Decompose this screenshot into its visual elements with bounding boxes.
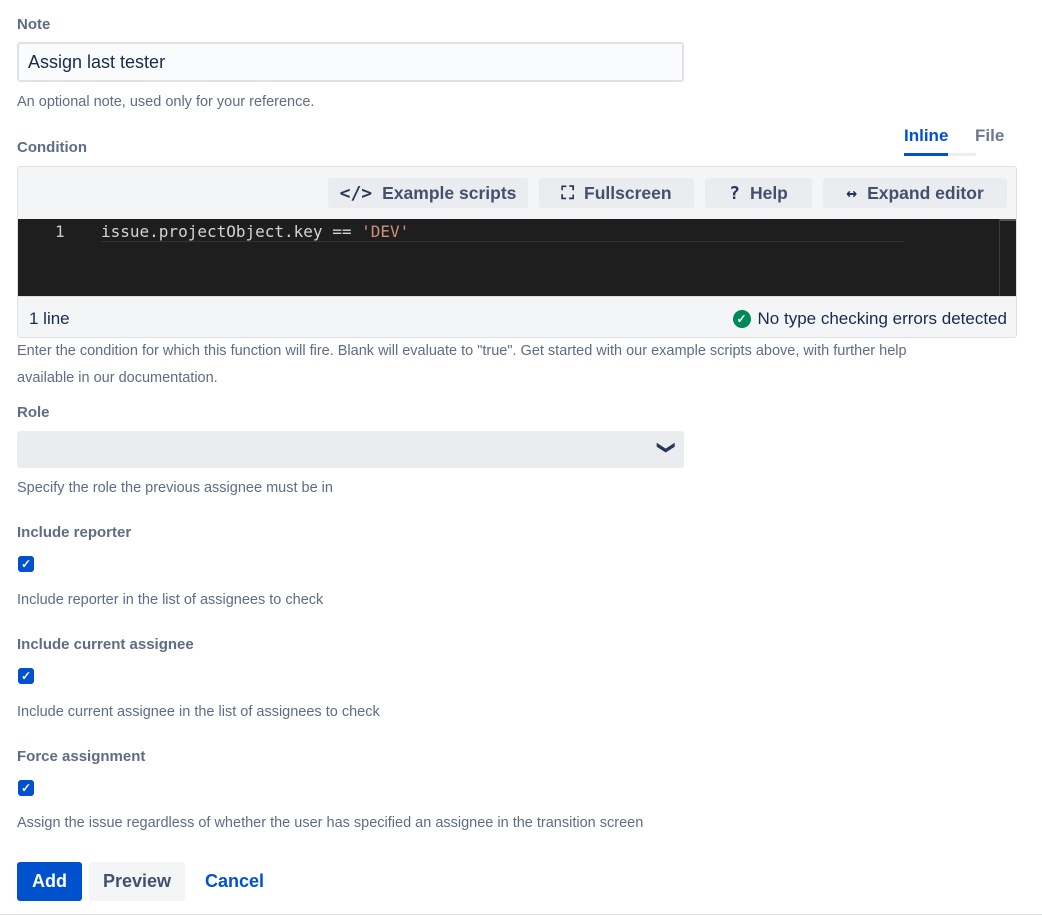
editor-status-bar: 1 line ✓ No type checking errors detecte…: [18, 296, 1016, 337]
tab-inline[interactable]: Inline: [904, 126, 948, 146]
include-reporter-help-text: Include reporter in the list of assignee…: [17, 592, 324, 608]
code-text: issue.projectObject.key ==: [101, 222, 362, 241]
tab-file[interactable]: File: [975, 126, 1004, 146]
checkmark-icon: ✓: [20, 669, 32, 683]
expand-editor-label: Expand editor: [867, 182, 984, 203]
editor-scroll-thumb[interactable]: [1000, 219, 1016, 221]
code-area[interactable]: 1 issue.projectObject.key == 'DEV': [18, 219, 1016, 296]
checkmark-icon: ✓: [20, 781, 32, 795]
note-label: Note: [17, 16, 51, 33]
bottom-divider: [0, 914, 1042, 915]
expand-editor-button[interactable]: ↔ Expand editor: [823, 178, 1007, 208]
current-line-highlight: [101, 241, 904, 242]
help-label: Help: [749, 182, 788, 203]
role-select[interactable]: ❯: [17, 431, 684, 468]
code-icon: </>: [339, 182, 373, 204]
include-reporter-label: Include reporter: [17, 524, 132, 541]
checkmark-icon: ✓: [20, 557, 32, 571]
expand-arrows-icon: ↔: [846, 182, 858, 204]
fullscreen-icon: ⛶: [561, 182, 575, 204]
type-check-text: No type checking errors detected: [757, 309, 1007, 328]
add-button[interactable]: Add: [17, 862, 82, 901]
code-line[interactable]: issue.projectObject.key == 'DEV': [101, 222, 409, 241]
include-reporter-checkbox[interactable]: ✓: [18, 556, 34, 572]
cancel-button[interactable]: Cancel: [192, 862, 277, 901]
line-number: 1: [55, 222, 65, 241]
role-help-text: Specify the role the previous assignee m…: [17, 480, 333, 496]
example-scripts-button[interactable]: </> Example scripts: [328, 178, 528, 208]
note-input[interactable]: [17, 42, 684, 82]
type-check-status: ✓ No type checking errors detected: [732, 309, 1007, 329]
question-icon: ?: [729, 182, 740, 204]
condition-help-text-line2: available in our documentation.: [17, 370, 218, 386]
line-count: 1 line: [29, 309, 70, 328]
force-assignment-label: Force assignment: [17, 748, 146, 765]
note-help-text: An optional note, used only for your ref…: [17, 94, 315, 110]
fullscreen-button[interactable]: ⛶ Fullscreen: [539, 178, 694, 208]
help-button[interactable]: ? Help: [705, 178, 812, 208]
condition-help-text: Enter the condition for which this funct…: [17, 343, 907, 359]
example-scripts-label: Example scripts: [382, 182, 517, 203]
fullscreen-label: Fullscreen: [584, 182, 672, 203]
code-string-literal: 'DEV': [361, 222, 410, 241]
condition-label: Condition: [17, 139, 87, 156]
code-editor-panel: </> Example scripts ⛶ Fullscreen ? Help …: [17, 166, 1017, 338]
tab-active-underline: [904, 153, 948, 156]
chevron-down-icon: ❯: [656, 439, 677, 456]
include-current-assignee-checkbox[interactable]: ✓: [18, 668, 34, 684]
role-label: Role: [17, 404, 50, 421]
preview-button[interactable]: Preview: [89, 862, 185, 901]
include-current-assignee-label: Include current assignee: [17, 636, 194, 653]
check-circle-icon: ✓: [732, 310, 751, 328]
include-current-assignee-help-text: Include current assignee in the list of …: [17, 704, 380, 720]
force-assignment-checkbox[interactable]: ✓: [18, 780, 34, 796]
force-assignment-help-text: Assign the issue regardless of whether t…: [17, 815, 644, 831]
editor-scrollbar[interactable]: [999, 219, 1000, 296]
